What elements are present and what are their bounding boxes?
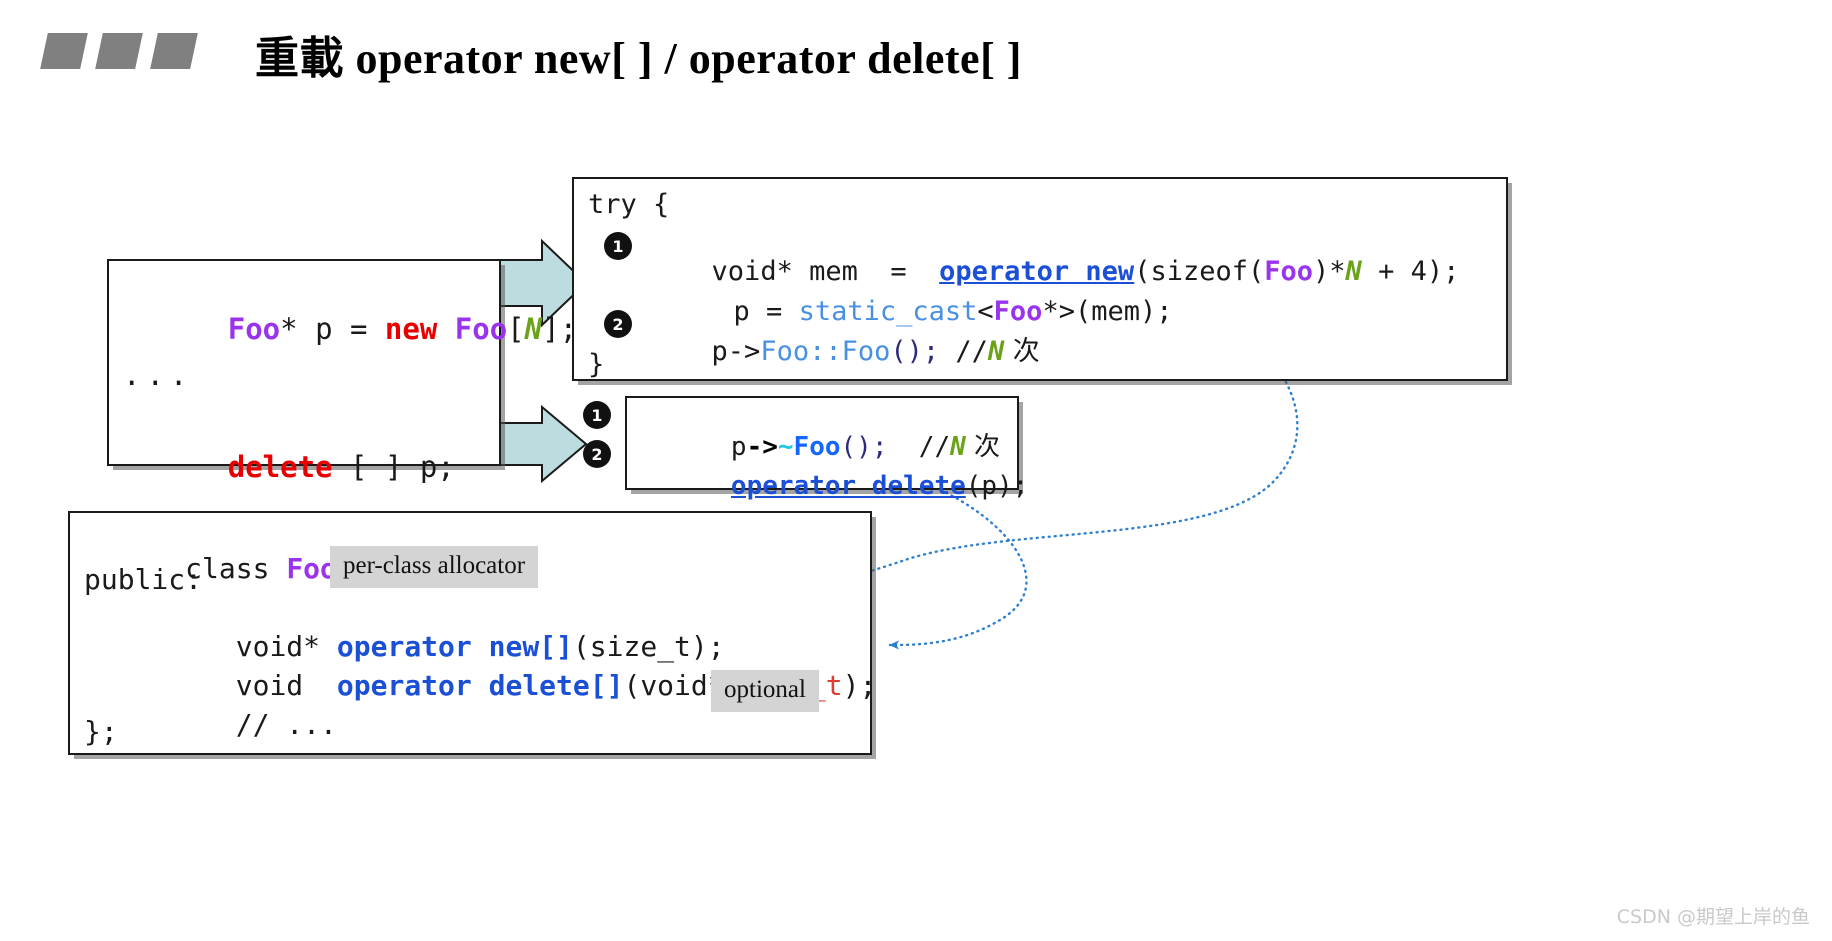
chevron-block-1 — [40, 33, 88, 69]
token-ptr-assign: * p = — [280, 312, 385, 346]
token-foo-constructor: Foo::Foo — [760, 336, 891, 367]
step-badge-new-2: 2 — [604, 310, 632, 338]
token-operator-delete-arg: (p); — [965, 471, 1029, 501]
token-comment-n: N — [987, 336, 1005, 367]
slide-canvas: 重載 operator new[ ] / operator delete[ ] … — [0, 0, 1832, 941]
step-badge-new-1: 1 — [604, 232, 632, 260]
token-comment-slashes: // — [939, 336, 988, 367]
title-decoration-chevrons — [40, 33, 214, 69]
token-cast-tail: *>(mem); — [1042, 296, 1173, 327]
token-times: )* — [1313, 256, 1346, 287]
token-bracket-open: [ — [507, 312, 525, 346]
token-close-semi: ); — [842, 669, 877, 702]
code-line-ellipsis: ... — [123, 358, 194, 392]
token-plus-four: + 4); — [1361, 256, 1460, 287]
code-line-deallocation: delete [ ] p; — [109, 424, 455, 511]
chevron-block-3 — [150, 33, 198, 69]
new-expansion-box: try { void* mem = operator new(sizeof(Fo… — [572, 177, 1508, 381]
callout-optional: optional — [711, 670, 819, 712]
token-comment-times-cjk: 次 — [1004, 336, 1040, 367]
token-array-brackets-p: [ ] p; — [332, 450, 455, 484]
token-indent-3 — [185, 708, 236, 741]
code-line-try-open: try { — [588, 189, 670, 220]
token-operator-delete: operator delete — [730, 471, 966, 501]
step-badge-delete-2: 2 — [583, 440, 611, 468]
token-operator-delete-array: operator delete[] — [336, 669, 624, 702]
token-new-keyword: new — [384, 312, 438, 346]
token-paren-semi: (); — [890, 336, 940, 367]
step-badge-delete-1: 1 — [583, 401, 611, 429]
token-p-arrow: p-> — [711, 336, 761, 367]
token-foo-type: Foo — [227, 312, 281, 346]
token-comment-ellipsis: // ... — [235, 708, 337, 741]
delete-expansion-box: p->~Foo(); //N 次 operator delete(p); — [625, 396, 1028, 499]
token-n-multiplier: N — [1345, 256, 1362, 287]
usage-snippet-box: Foo* p = new Foo[N]; ... delete [ ] p; — [107, 259, 577, 482]
slide-header: 重載 operator new[ ] / operator delete[ ] — [0, 0, 1832, 110]
token-n-count: N — [524, 312, 543, 346]
code-line-public: public: — [84, 563, 203, 596]
token-foo-type-2: Foo — [454, 312, 508, 346]
watermark-credit: CSDN @期望上岸的鱼 — [1616, 906, 1810, 928]
code-line-ctor-call: p->Foo::Foo(); //N 次 — [614, 311, 1040, 392]
callout-per-class-allocator: per-class allocator — [330, 546, 539, 588]
token-delete-keyword: delete — [227, 450, 333, 484]
code-line-class-close: }; — [84, 715, 118, 748]
chevron-block-2 — [95, 33, 143, 69]
code-line-try-close: } — [588, 349, 605, 380]
token-foo-sizeof: Foo — [1264, 256, 1314, 287]
page-title: 重載 operator new[ ] / operator delete[ ] — [255, 34, 1022, 83]
